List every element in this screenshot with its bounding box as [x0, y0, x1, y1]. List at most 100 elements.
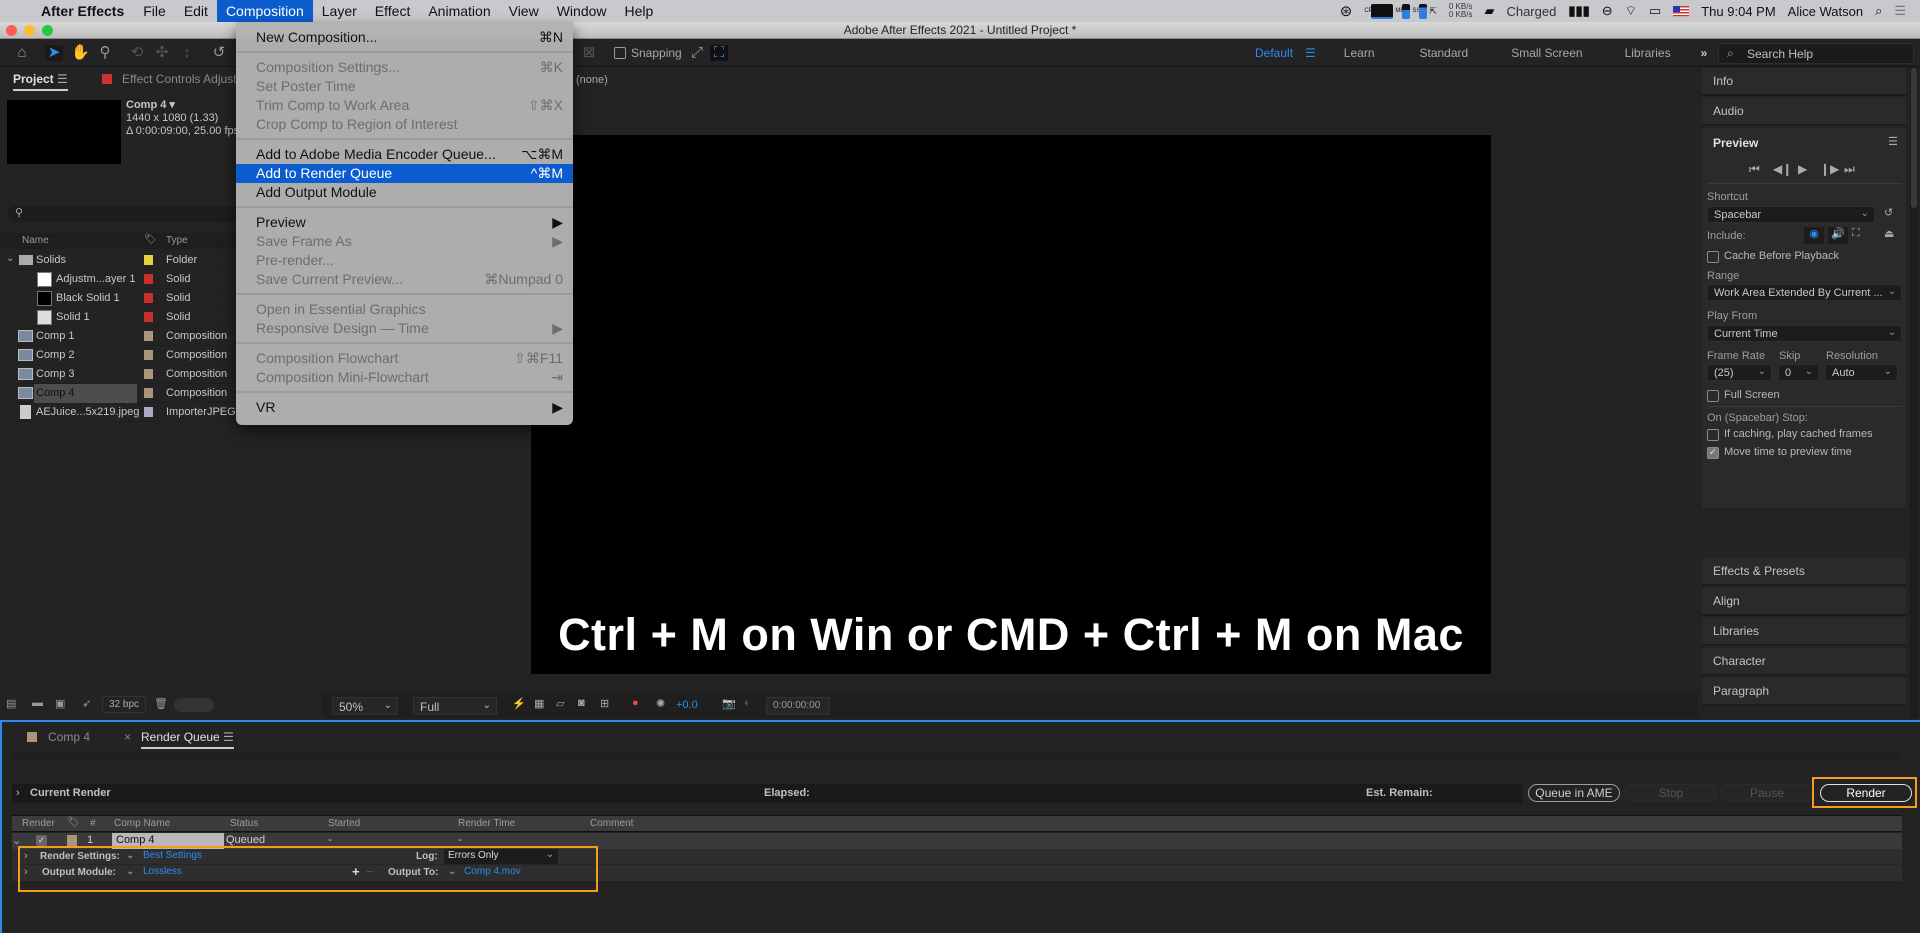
panel-align[interactable]: Align [1702, 588, 1906, 616]
pause-button[interactable]: Pause [1720, 784, 1814, 802]
menu-layer[interactable]: Layer [313, 0, 366, 22]
item-label-swatch[interactable] [67, 835, 77, 846]
panel-menu-icon[interactable]: ☰ [57, 72, 68, 86]
exposure-value[interactable]: +0.0 [676, 699, 698, 711]
menu-item-preview[interactable]: Preview ▶ [236, 213, 573, 232]
roto-brush-icon[interactable]: ⊠ [580, 45, 598, 61]
snapping-checkbox[interactable] [614, 47, 626, 59]
menu-item-add-to-render-queue[interactable]: Add to Render Queue ^⌘M [236, 164, 573, 183]
menu-item-crop-comp-to-region-of-interest[interactable]: Crop Comp to Region of Interest [236, 115, 573, 134]
workspace-learn[interactable]: Learn [1344, 46, 1375, 60]
creative-cloud-icon[interactable]: ⊛ [1340, 2, 1353, 20]
move-time-checkbox[interactable]: ✓ [1707, 447, 1719, 459]
workspace-libraries[interactable]: Libraries [1625, 46, 1671, 60]
include-audio-icon[interactable]: 🔊 [1828, 227, 1848, 244]
panel-menu-icon[interactable]: ☰ [1888, 135, 1898, 148]
battery-status-text[interactable]: Charged [1506, 4, 1556, 19]
skip-dropdown[interactable]: 0 ⌄ [1778, 364, 1819, 381]
render-checkbox[interactable]: ✓ [36, 835, 47, 846]
column-comp-name[interactable]: Comp Name [114, 818, 170, 829]
menu-item-save-frame-as[interactable]: Save Frame As ▶ [236, 232, 573, 251]
rotation-tool-icon[interactable]: ↺ [210, 45, 228, 61]
dolly-camera-icon[interactable]: ↕ [178, 45, 196, 61]
comp-canvas[interactable]: Ctrl + M on Win or CMD + Ctrl + M on Mac [531, 135, 1491, 674]
bit-depth-button[interactable]: 32 bpc [102, 696, 147, 713]
user-name[interactable]: Alice Watson [1788, 4, 1863, 19]
grid-guides-icon[interactable]: ⊞ [600, 697, 609, 710]
label-color-swatch[interactable] [144, 293, 153, 303]
menu-edit[interactable]: Edit [175, 0, 217, 22]
bar-meter-icon[interactable]: ▮▮▮ [1568, 3, 1589, 19]
delete-icon[interactable]: 🗑 [154, 697, 168, 710]
interpret-footage-icon[interactable]: ▤ [6, 697, 16, 710]
close-tab-icon[interactable]: × [124, 730, 131, 744]
play-icon[interactable]: ▶ [1798, 162, 1807, 176]
magnification-dropdown[interactable]: 50% ⌄ [332, 697, 398, 715]
new-folder-icon[interactable]: ▬ [32, 697, 43, 709]
right-panel-scrollbar[interactable] [1910, 68, 1918, 718]
zoom-tool-icon[interactable]: ⚲ [96, 45, 114, 61]
panel-effects-presets[interactable]: Effects & Presets [1702, 558, 1906, 586]
menu-item-composition-flowchart[interactable]: Composition Flowchart ⇧⌘F11 [236, 349, 573, 368]
home-icon[interactable]: ⌂ [13, 45, 31, 61]
disclosure-arrow-icon[interactable]: ⌄ [6, 253, 14, 264]
wifi-icon[interactable]: ⌔ [1625, 3, 1637, 19]
include-overlays-icon[interactable]: ⛶ [1852, 227, 1860, 240]
queue-in-ame-button[interactable]: Queue in AME [1528, 784, 1620, 802]
more-workspaces-icon[interactable]: » [1701, 46, 1708, 60]
label-color-swatch[interactable] [144, 407, 153, 417]
menu-animation[interactable]: Animation [419, 0, 499, 22]
stop-button[interactable]: Stop [1624, 784, 1718, 802]
snap-edges-icon[interactable]: ⤢ [688, 45, 706, 61]
label-color-swatch[interactable] [144, 388, 153, 398]
menu-composition[interactable]: Composition [216, 0, 313, 22]
column-number[interactable]: # [90, 818, 96, 829]
new-composition-icon[interactable]: ▣ [55, 697, 65, 710]
label-color-swatch[interactable] [144, 312, 153, 322]
previous-frame-icon[interactable]: ◀❙ [1773, 162, 1792, 176]
snap-features-icon[interactable]: ⛶ [710, 45, 728, 61]
workspace-small-screen[interactable]: Small Screen [1511, 46, 1582, 60]
include-video-icon[interactable]: ◉ [1804, 227, 1824, 244]
orbit-camera-icon[interactable]: ⟲ [128, 45, 146, 61]
full-screen-checkbox[interactable] [1707, 390, 1719, 402]
last-frame-icon[interactable]: ⏭ [1844, 162, 1855, 177]
menu-item-set-poster-time[interactable]: Set Poster Time [236, 77, 573, 96]
range-dropdown[interactable]: Work Area Extended By Current ... ⌄ [1707, 284, 1902, 301]
column-comment[interactable]: Comment [590, 818, 633, 829]
clock[interactable]: Thu 9:04 PM [1701, 4, 1775, 19]
workspace-default[interactable]: Default [1255, 46, 1293, 60]
us-flag-icon[interactable] [1673, 5, 1690, 17]
label-color-swatch[interactable] [144, 255, 153, 265]
first-frame-icon[interactable]: ⏮ [1749, 162, 1760, 177]
circle-status-icon[interactable]: ⊖ [1602, 3, 1613, 19]
tab-comp-4[interactable]: Comp 4 [48, 730, 90, 744]
render-queue-rocket-icon[interactable]: ➶ [82, 697, 91, 710]
column-render[interactable]: Render [22, 818, 55, 829]
label-column-icon[interactable]: 🏷 [144, 234, 157, 245]
shortcut-dropdown[interactable]: Spacebar ⌄ [1707, 206, 1875, 223]
frame-rate-dropdown[interactable]: (25) ⌄ [1707, 364, 1772, 381]
channel-rgb-icon[interactable]: ● [632, 697, 639, 709]
battery-icon[interactable]: ▭ [1649, 3, 1661, 19]
export-icon[interactable]: ⏏ [1884, 227, 1894, 240]
pan-camera-icon[interactable]: ✣ [153, 45, 171, 61]
workspace-menu-icon[interactable]: ☰ [1305, 46, 1316, 60]
current-time-display[interactable]: 0:00:00:00 [766, 697, 830, 715]
label-color-swatch[interactable] [144, 350, 153, 360]
play-cached-frames-checkbox[interactable] [1707, 429, 1719, 441]
column-render-time[interactable]: Render Time [458, 818, 515, 829]
menu-window[interactable]: Window [548, 0, 616, 22]
label-color-swatch[interactable] [144, 274, 153, 284]
hand-tool-icon[interactable]: ✋ [71, 45, 90, 61]
menu-item-save-current-preview[interactable]: Save Current Preview... ⌘Numpad 0 [236, 270, 573, 289]
preview-resolution-dropdown[interactable]: Auto ⌄ [1825, 364, 1898, 381]
menu-help[interactable]: Help [616, 0, 663, 22]
panel-audio[interactable]: Audio [1702, 98, 1906, 126]
play-from-dropdown[interactable]: Current Time ⌄ [1707, 325, 1902, 342]
label-color-swatch[interactable] [144, 369, 153, 379]
panel-character[interactable]: Character [1702, 648, 1906, 676]
column-status[interactable]: Status [230, 818, 258, 829]
network-speed[interactable]: 0 KB/s 0 KB/s [1449, 3, 1473, 19]
label-column-icon[interactable]: 🏷 [67, 817, 80, 828]
